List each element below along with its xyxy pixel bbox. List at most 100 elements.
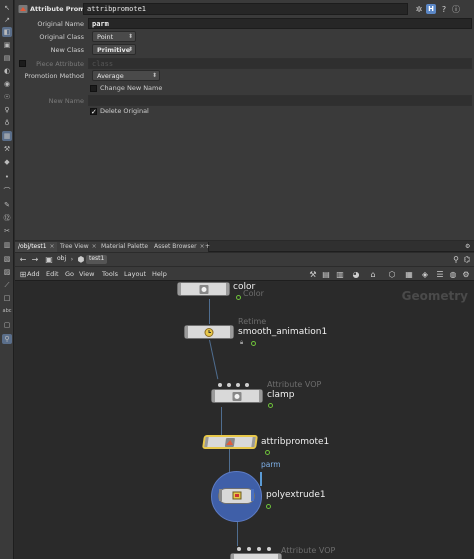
node-display-flag[interactable] <box>259 390 262 402</box>
input-port[interactable] <box>237 547 241 551</box>
node-polyextrude1[interactable] <box>218 488 255 504</box>
node-display-flag[interactable] <box>251 437 256 447</box>
rotate-tool-icon[interactable]: ▤ <box>2 53 12 63</box>
piece-attribute-field[interactable]: class <box>88 58 472 69</box>
input-port[interactable] <box>267 547 271 551</box>
node-color[interactable] <box>177 282 230 296</box>
tab-asset-browser[interactable]: Asset Browser × <box>151 242 209 252</box>
input-port[interactable] <box>227 383 231 387</box>
brush-tool-icon[interactable]: ⚒ <box>2 144 12 154</box>
forward-arrow-icon[interactable]: → <box>30 254 40 264</box>
add-tab-icon[interactable]: + <box>202 242 213 252</box>
pin-tool-icon[interactable]: ⚲ <box>2 334 12 344</box>
new-name-field[interactable] <box>88 95 472 106</box>
help-icon[interactable]: ? <box>439 4 449 14</box>
menu-help[interactable]: Help <box>152 270 167 278</box>
tab-obj-test1[interactable]: /obj/test1 × <box>15 242 59 252</box>
menu-view[interactable]: View <box>79 270 94 278</box>
pose-tool-icon[interactable]: ◉ <box>2 79 12 89</box>
node-name-label[interactable]: polyextrude1 <box>266 490 326 500</box>
color-wheel-icon[interactable]: ◍ <box>448 269 458 279</box>
node-attribute-vop[interactable] <box>230 553 282 559</box>
new-class-menu[interactable]: Primitive ⬍ <box>92 44 136 55</box>
original-class-menu[interactable]: Point ⬍ <box>92 31 136 42</box>
layers-icon[interactable]: ▦ <box>404 269 414 279</box>
node-display-flag[interactable] <box>230 326 233 338</box>
node-bypass-flag[interactable] <box>178 283 181 295</box>
node-bypass-flag[interactable] <box>219 489 222 501</box>
node-clamp[interactable] <box>211 389 263 403</box>
handle-tool-icon[interactable]: ☉ <box>2 92 12 102</box>
node-name-label[interactable]: smooth_animation1 <box>238 327 327 337</box>
number-tool-icon[interactable]: ⑫ <box>2 213 12 223</box>
node-name-label[interactable]: color <box>233 282 255 292</box>
menu-go[interactable]: Go <box>65 270 74 278</box>
tab-tree-view[interactable]: Tree View × <box>57 242 101 252</box>
grid-tool-icon[interactable]: ▥ <box>2 240 12 250</box>
light-tool-icon[interactable]: ♁ <box>2 118 12 128</box>
layout-icon[interactable]: ▤ <box>321 269 331 279</box>
point-dot-icon[interactable]: • <box>2 172 12 182</box>
options-icon[interactable]: ⚙ <box>461 269 471 279</box>
menu-add[interactable]: Add <box>27 270 40 278</box>
link-icon[interactable]: ⌬ <box>462 254 472 264</box>
node-bypass-flag[interactable] <box>185 326 188 338</box>
object-tool-icon[interactable]: ▢ <box>2 320 12 330</box>
scale-tool-icon[interactable]: ◐ <box>2 66 12 76</box>
palette-icon[interactable]: ◈ <box>420 269 430 279</box>
display-tool-icon[interactable]: ▧ <box>2 254 12 264</box>
node-display-flag[interactable] <box>278 554 281 559</box>
node-display-flag[interactable] <box>251 489 254 501</box>
node-attribpromote1[interactable] <box>202 435 258 449</box>
move-tool-icon[interactable]: ▣ <box>2 40 12 50</box>
align-icon[interactable]: ▥ <box>335 269 345 279</box>
node-bypass-flag[interactable] <box>204 437 209 447</box>
input-port[interactable] <box>218 383 222 387</box>
snap-tool-icon[interactable]: ◆ <box>2 157 12 167</box>
input-port[interactable] <box>245 383 249 387</box>
node-bypass-flag[interactable] <box>231 554 234 559</box>
piece-attribute-toggle[interactable] <box>19 60 26 67</box>
tools-wrench-icon[interactable]: ⚒ <box>308 269 318 279</box>
render-region-icon[interactable]: ▦ <box>2 131 12 141</box>
box-tool-icon[interactable]: □ <box>2 293 12 303</box>
chart-tool-icon[interactable]: ▨ <box>2 267 12 277</box>
network-editor[interactable]: Geometry Color color Retime smooth_anima… <box>15 282 474 559</box>
node-display-flag[interactable] <box>226 283 229 295</box>
back-arrow-icon[interactable]: ← <box>18 254 28 264</box>
close-icon[interactable]: × <box>50 243 55 250</box>
visibility-icon[interactable]: ◕ <box>351 269 361 279</box>
input-port[interactable] <box>257 547 261 551</box>
pane-menu-icon[interactable]: ⚙ <box>462 242 473 252</box>
info-icon[interactable]: ⓘ <box>451 4 461 14</box>
node-name-label[interactable]: clamp <box>267 390 294 400</box>
cut-tool-icon[interactable]: ✂ <box>2 226 12 236</box>
menu-edit[interactable]: Edit <box>46 270 59 278</box>
select-tool-icon[interactable]: ↖ <box>2 3 12 13</box>
line-tool-icon[interactable]: ⟋ <box>2 280 12 290</box>
breadcrumb-test1[interactable]: test1 <box>86 255 108 264</box>
node-name-field[interactable]: attribpromote1 <box>83 3 408 15</box>
pin-icon[interactable]: ⚲ <box>451 254 461 264</box>
input-port[interactable] <box>236 383 240 387</box>
menu-layout[interactable]: Layout <box>124 270 146 278</box>
menu-tools[interactable]: Tools <box>102 270 118 278</box>
abc-tool-icon[interactable]: abc <box>2 306 12 316</box>
node-name-label[interactable]: attribpromote1 <box>261 437 329 447</box>
light-bulb-icon[interactable]: ♀ <box>2 105 12 115</box>
change-new-name-checkbox[interactable] <box>90 85 97 92</box>
list-icon[interactable]: ☰ <box>435 269 445 279</box>
original-name-field[interactable]: parm <box>88 18 472 29</box>
cube-icon[interactable]: ⬡ <box>387 269 397 279</box>
gear-icon[interactable]: ✲ <box>414 4 424 14</box>
note-icon[interactable]: ⌂ <box>368 269 378 279</box>
spline-tool-icon[interactable]: ⌒ <box>2 186 12 196</box>
select-arrow-icon[interactable]: ↗ <box>2 15 12 25</box>
input-port[interactable] <box>247 547 251 551</box>
node-smooth-animation1[interactable] <box>184 325 234 339</box>
pen-tool-icon[interactable]: ✎ <box>2 200 12 210</box>
promotion-method-menu[interactable]: Average ⬍ <box>92 70 160 81</box>
delete-original-checkbox[interactable]: ✓ <box>90 108 97 116</box>
node-bypass-flag[interactable] <box>212 390 215 402</box>
close-icon[interactable]: × <box>92 243 97 250</box>
